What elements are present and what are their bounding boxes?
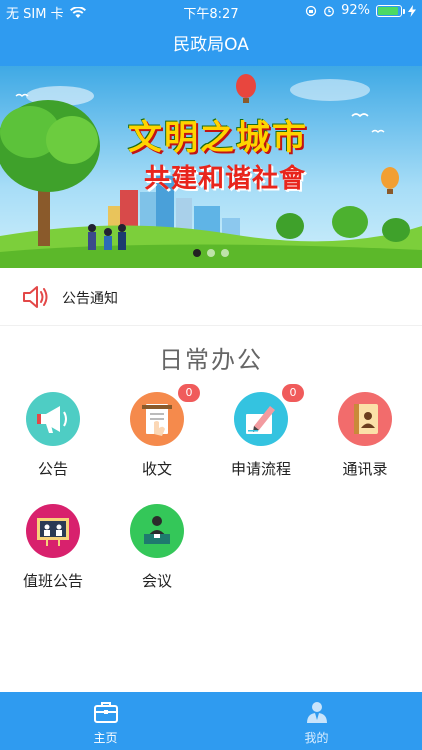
grid-item-label: 值班公告: [22, 572, 83, 590]
tab-home-label: 主页: [93, 731, 118, 745]
section-title: 日常办公: [159, 346, 263, 374]
grid-item-label: 会议: [141, 572, 172, 590]
carousel-dot[interactable]: [221, 249, 229, 257]
carousel-dot[interactable]: [193, 249, 201, 257]
banner-subheadline: 共建和谐社會: [144, 164, 307, 194]
contact-book-icon: [338, 392, 392, 446]
grid-item-application-flow[interactable]: 0 申请流程: [210, 384, 310, 492]
person-icon: [307, 702, 327, 723]
briefcase-icon: [94, 702, 118, 723]
badge-count: 0: [178, 384, 200, 402]
presentation-board-icon: [26, 504, 80, 558]
meeting-icon: [130, 504, 184, 558]
document-hand-icon: [130, 392, 184, 446]
banner-carousel[interactable]: 文明之城市 共建和谐社會: [0, 66, 422, 268]
grid-item-label: 通讯录: [342, 460, 388, 478]
top-bar: 无 SIM 卡 下午8:27 92% 民政局OA: [0, 0, 422, 66]
alarm-icon: [324, 6, 335, 16]
battery-percent: 92%: [341, 3, 370, 18]
tab-bar: 主页 我的: [0, 692, 422, 750]
tab-mine-label: 我的: [304, 731, 329, 745]
megaphone-icon: [26, 392, 80, 446]
speaker-icon: [23, 286, 48, 308]
grid-item-duty-notice[interactable]: 值班公告: [2, 504, 102, 604]
status-bar: 无 SIM 卡 下午8:27 92%: [0, 0, 422, 22]
grid-item-announcement[interactable]: 公告: [2, 392, 102, 492]
grid-item-label: 公告: [37, 460, 68, 478]
badge-count: 0: [282, 384, 304, 402]
battery-icon: [376, 4, 405, 17]
notice-label: 公告通知: [62, 291, 118, 307]
grid-item-contacts[interactable]: 通讯录: [314, 392, 414, 492]
carousel-indicator: [0, 249, 422, 257]
tab-mine[interactable]: 我的: [211, 692, 422, 750]
notice-row[interactable]: 公告通知: [0, 268, 422, 326]
tab-home[interactable]: 主页: [0, 692, 211, 750]
rotation-lock-icon: [305, 5, 317, 16]
grid-item-label: 申请流程: [230, 460, 291, 478]
carousel-dot[interactable]: [207, 249, 215, 257]
banner-headline: 文明之城市: [128, 118, 308, 158]
grid-item-label: 收文: [141, 460, 172, 478]
grid-item-incoming-docs[interactable]: 0 收文: [106, 384, 206, 492]
grid-item-meeting[interactable]: 会议: [106, 504, 206, 604]
page-title: 民政局OA: [173, 35, 249, 55]
charging-icon: [408, 4, 416, 17]
pencil-paper-icon: [234, 392, 288, 446]
